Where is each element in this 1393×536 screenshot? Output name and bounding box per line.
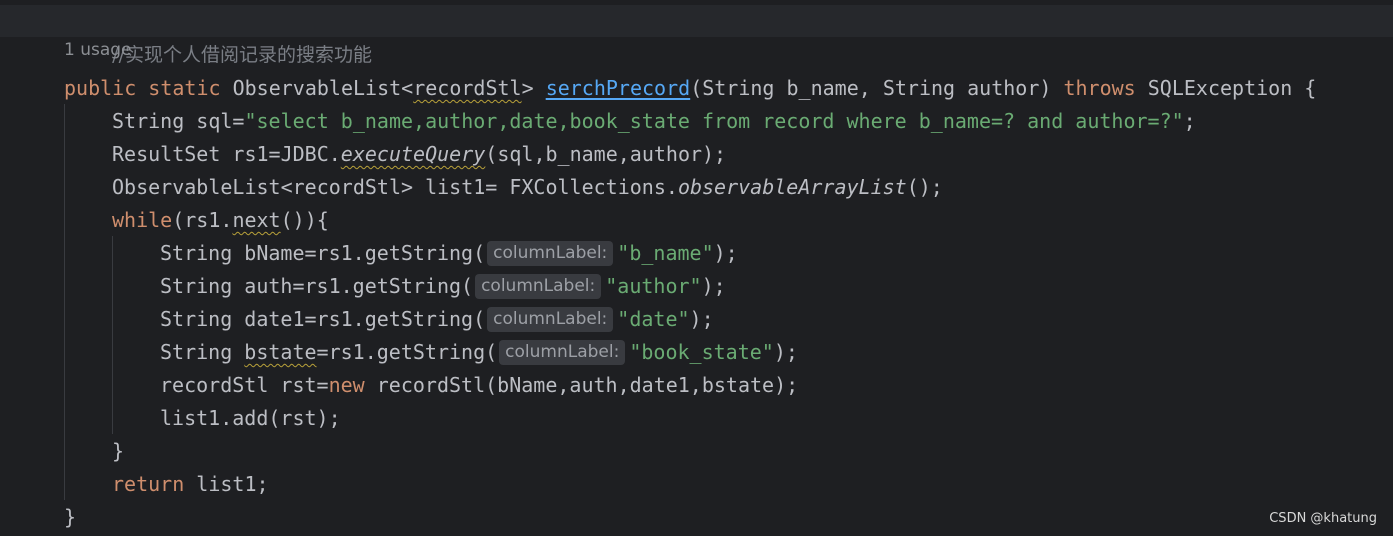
code-token: recordStl(bName,auth,date1,bstate); [364, 373, 799, 397]
code-line-return[interactable]: return list1; [112, 468, 269, 501]
string-literal: "b_name" [617, 241, 714, 265]
code-token: String [160, 340, 245, 364]
code-token-warning: recordStl [413, 76, 522, 100]
keyword: return [112, 472, 185, 496]
code-line-new-record[interactable]: recordStl rst=new recordStl(bName,auth,d… [160, 369, 798, 402]
code-token: ()){ [280, 208, 329, 232]
code-token: ); [713, 241, 738, 265]
code-line-resultset[interactable]: ResultSet rs1=JDBC.executeQuery(sql,b_na… [112, 138, 726, 171]
code-line-bstate[interactable]: String bstate=rs1.getString(columnLabel:… [160, 336, 798, 369]
code-token: > [521, 76, 534, 100]
keyword: public [64, 76, 137, 100]
code-token: ObservableList< [232, 76, 414, 100]
code-token: list1.add(rst); [160, 406, 341, 430]
method-call-static: observableArrayList [677, 175, 907, 199]
code-editor[interactable]: //实现个人借阅记录的搜索功能 1 usage public static Ob… [0, 0, 1393, 536]
code-token: String auth=rs1.getString( [160, 274, 474, 298]
code-token: String date1=rs1.getString( [160, 307, 486, 331]
code-token: (sql,b_name,author); [485, 142, 727, 166]
keyword: static [148, 76, 221, 100]
string-literal: "date" [617, 307, 690, 331]
code-token: =rs1.getString( [316, 340, 498, 364]
code-token: (String b_name, String author) [690, 76, 1052, 100]
code-token: String sql= [112, 109, 245, 133]
code-token: list1; [184, 472, 269, 496]
method-call-static: executeQuery [340, 142, 486, 166]
code-line-comment[interactable]: //实现个人借阅记录的搜索功能 [64, 5, 372, 66]
code-line-close-while[interactable]: } [112, 435, 124, 468]
string-literal: "book_state" [629, 340, 774, 364]
parameter-hint: columnLabel: [499, 340, 626, 365]
method-name[interactable]: serchPrecord [546, 76, 691, 100]
code-line-auth[interactable]: String auth=rs1.getString(columnLabel: "a… [160, 270, 726, 303]
code-line-method-signature[interactable]: public static ObservableList<recordStl> … [64, 72, 1316, 105]
code-line-list[interactable]: ObservableList<recordStl> list1= FXColle… [112, 171, 943, 204]
parameter-hint: columnLabel: [487, 307, 614, 332]
code-token: (); [906, 175, 943, 199]
code-token: (rs1. [172, 208, 233, 232]
code-token: } [64, 505, 77, 529]
code-line-close-method[interactable]: } [64, 501, 76, 534]
string-literal: "select b_name,author,date,book_state fr… [244, 109, 1184, 133]
code-token-warning: bstate [244, 340, 317, 364]
code-token: ResultSet rs1=JDBC. [112, 142, 341, 166]
code-line-sql[interactable]: String sql="select b_name,author,date,bo… [112, 105, 1196, 138]
indent-guide [112, 236, 113, 434]
indent-guide [64, 104, 65, 500]
string-literal: "author" [605, 274, 702, 298]
code-line-while[interactable]: while(rs1.next()){ [112, 204, 329, 237]
code-token: ObservableList<recordStl> list1= FXColle… [112, 175, 678, 199]
keyword: throws [1063, 76, 1136, 100]
code-token: ); [773, 340, 798, 364]
usage-hint[interactable]: 1 usage [64, 40, 132, 60]
parameter-hint: columnLabel: [475, 274, 602, 299]
code-token: ); [701, 274, 726, 298]
code-token: ; [1183, 109, 1196, 133]
code-token: recordStl rst= [160, 373, 329, 397]
comment-text: //实现个人借阅记录的搜索功能 [112, 44, 372, 66]
keyword: while [112, 208, 173, 232]
parameter-hint: columnLabel: [487, 241, 614, 266]
code-line-add[interactable]: list1.add(rst); [160, 402, 341, 435]
code-token: SQLException { [1147, 76, 1317, 100]
code-line-date[interactable]: String date1=rs1.getString(columnLabel: "… [160, 303, 714, 336]
code-token: ); [689, 307, 714, 331]
code-token: } [112, 439, 125, 463]
code-line-bname[interactable]: String bName=rs1.getString(columnLabel: "… [160, 237, 738, 270]
code-token: String bName=rs1.getString( [160, 241, 486, 265]
code-token-warning: next [232, 208, 281, 232]
watermark: CSDN @khatung [1269, 511, 1377, 526]
keyword: new [328, 373, 365, 397]
